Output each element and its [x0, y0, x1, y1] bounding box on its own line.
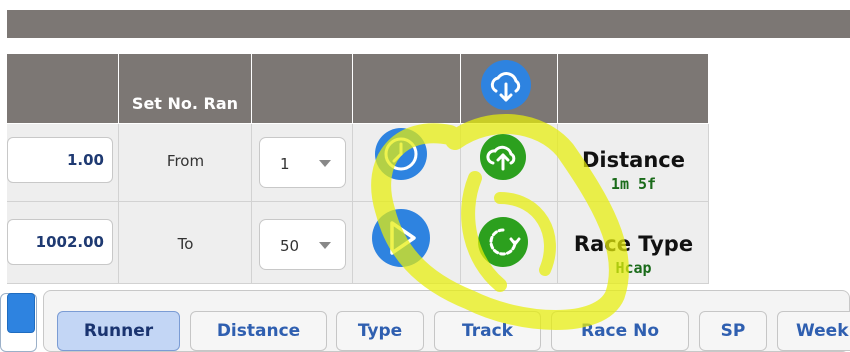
left-panel-button[interactable] — [7, 293, 35, 333]
table-header-select-col — [252, 54, 353, 124]
tab-type[interactable]: Type — [336, 311, 424, 351]
tab-sp[interactable]: SP — [699, 311, 767, 351]
clock-icon[interactable] — [375, 128, 427, 180]
table-header-icon-col — [353, 54, 461, 124]
from-value-field[interactable]: 1.00 — [7, 137, 113, 183]
cloud-upload-icon[interactable] — [480, 134, 526, 180]
cloud-download-icon[interactable] — [481, 60, 531, 110]
tab-week[interactable]: Week — [777, 311, 850, 351]
to-select-value: 50 — [280, 237, 300, 255]
race-type-title: Race Type — [573, 232, 694, 256]
table-header-set-no-ran: Set No. Ran — [119, 54, 252, 124]
play-icon[interactable] — [372, 209, 430, 267]
table-header-blank — [7, 54, 119, 124]
table-header-stat-col — [558, 54, 709, 124]
race-type-value: Hcap — [615, 259, 652, 277]
set-no-ran-label: Set No. Ran — [131, 94, 239, 113]
tab-bar: Runner Distance Type Track Race No SP We… — [43, 290, 850, 352]
top-toolbar — [7, 10, 850, 38]
tab-track[interactable]: Track — [434, 311, 541, 351]
to-select[interactable]: 50 — [259, 219, 346, 270]
tab-distance[interactable]: Distance — [190, 311, 327, 351]
to-label: To — [177, 235, 194, 253]
tab-runner[interactable]: Runner — [57, 311, 180, 351]
to-value-field[interactable]: 1002.00 — [7, 219, 113, 265]
chevron-down-icon — [319, 160, 331, 167]
distance-title: Distance — [582, 148, 685, 172]
chevron-down-icon — [319, 242, 331, 249]
from-select[interactable]: 1 — [259, 137, 346, 188]
from-select-value: 1 — [280, 155, 290, 173]
from-label: From — [166, 152, 205, 170]
tab-race-no[interactable]: Race No — [551, 311, 689, 351]
refresh-icon[interactable] — [478, 217, 528, 267]
distance-value: 1m 5f — [610, 175, 657, 193]
